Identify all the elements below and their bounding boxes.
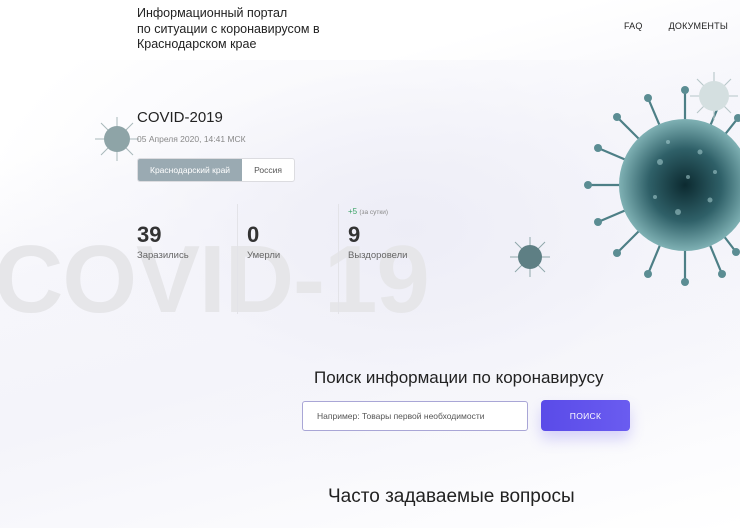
nav-link-faq[interactable]: FAQ [624, 21, 643, 31]
tab-russia[interactable]: Россия [242, 159, 294, 181]
stat-label: Умерли [247, 250, 281, 261]
top-nav: FAQ ДОКУМЕНТЫ [624, 21, 728, 31]
virus-icon [690, 72, 738, 120]
stat-delta: +5 (за сутки) [348, 207, 388, 216]
stat-delta-value: +5 [348, 207, 358, 216]
nav-link-documents[interactable]: ДОКУМЕНТЫ [669, 21, 728, 31]
stat-value: 39 [137, 222, 162, 247]
site-title-line: Краснодарском крае [137, 37, 257, 51]
tab-krasnodar[interactable]: Краснодарский край [138, 159, 243, 181]
virus-icon [95, 117, 139, 161]
region-toggle: Краснодарский край Россия [137, 158, 295, 182]
stat-divider [338, 204, 339, 314]
faq-title: Часто задаваемые вопросы [328, 486, 575, 507]
stat-divider [237, 204, 238, 314]
stat-label: Выздоровели [348, 250, 408, 261]
site-title-line: Информационный портал [137, 6, 288, 20]
stat-label: Заразились [137, 250, 189, 261]
stat-value: 0 [247, 222, 260, 247]
stats-date: 05 Апреля 2020, 14:41 МСК [137, 134, 246, 144]
search-button[interactable]: ПОИСК [541, 400, 630, 431]
search-input[interactable] [302, 401, 528, 431]
site-title: Информационный портал по ситуации с коро… [137, 6, 337, 53]
search-title: Поиск информации по коронавирусу [314, 368, 604, 387]
site-title-line: по ситуации с коронавирусом в [137, 21, 320, 36]
stat-value: 9 [348, 222, 361, 247]
stats-title: COVID-2019 [137, 109, 223, 126]
covid-watermark: COVID-19 [0, 226, 430, 333]
virus-icon [510, 237, 550, 277]
stat-delta-note: (за сутки) [359, 209, 389, 216]
